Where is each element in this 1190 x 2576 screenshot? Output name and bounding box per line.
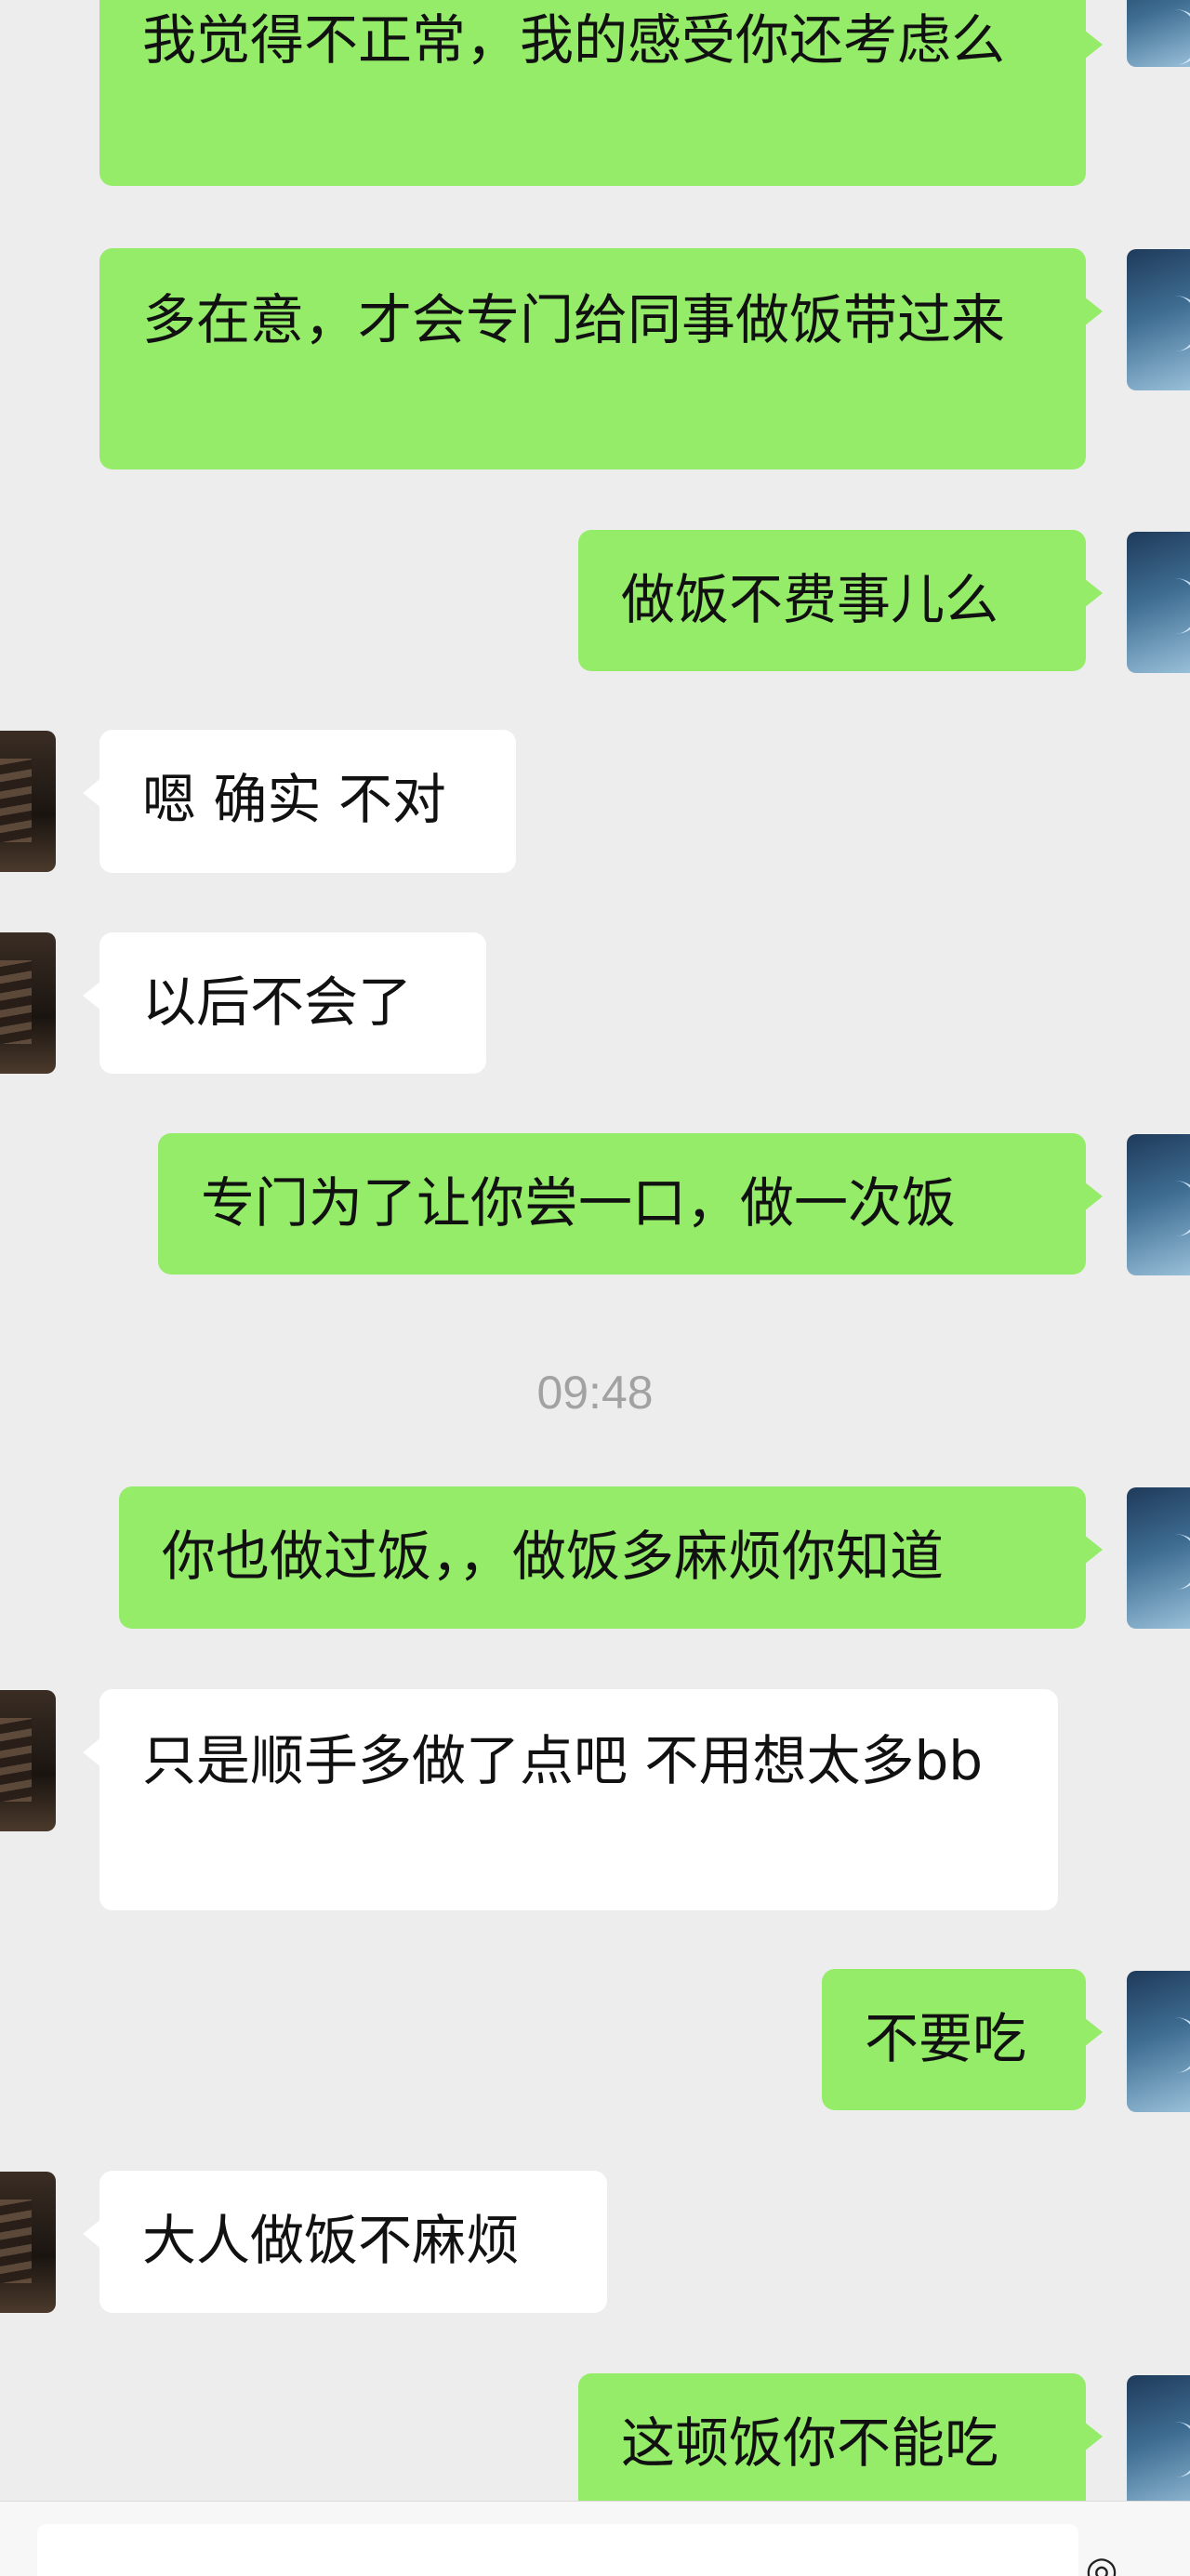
self-avatar[interactable] — [1127, 532, 1190, 673]
contact-avatar[interactable] — [0, 2172, 56, 2313]
self-avatar-icon — [1155, 296, 1190, 351]
message-bubble[interactable]: 只是顺手多做了点吧 不用想太多bb — [83, 1689, 1058, 1910]
message-timestamp: 09:48 — [536, 1367, 654, 1419]
message-bubble[interactable]: 嗯 确实 不对 — [83, 730, 516, 873]
message-bubble[interactable]: 你也做过饭，，做饭多麻烦你知道 — [119, 1486, 1103, 1629]
self-avatar-icon — [1155, 578, 1190, 634]
message-bubble[interactable]: 以后不会了 — [83, 932, 486, 1074]
chat-screen: 我觉得不正常，我的感受你还考虑么 多在意，才会专门给同事做饭带过来 做饭不费事儿… — [0, 0, 1190, 2576]
contact-avatar[interactable] — [0, 932, 56, 1074]
message-bubble[interactable]: 多在意，才会专门给同事做饭带过来 — [99, 248, 1103, 469]
message-bubble[interactable]: 做饭不费事儿么 — [578, 530, 1103, 671]
contact-avatar-icon — [0, 2200, 32, 2283]
self-avatar-icon — [1155, 2017, 1190, 2073]
message-bubble[interactable]: 不要吃 — [822, 1969, 1103, 2110]
contact-avatar[interactable] — [0, 1690, 56, 1831]
self-avatar[interactable] — [1127, 0, 1190, 67]
self-avatar[interactable] — [1127, 1971, 1190, 2112]
message-bubble[interactable]: 大人做饭不麻烦 — [83, 2171, 607, 2313]
self-avatar-icon — [1155, 9, 1190, 65]
contact-avatar[interactable] — [0, 731, 56, 872]
contact-avatar-icon — [0, 960, 32, 1044]
self-avatar[interactable] — [1127, 2375, 1190, 2517]
message-input[interactable] — [37, 2524, 1078, 2576]
message-bubble[interactable]: 专门为了让你尝一口，做一次饭 — [158, 1133, 1103, 1275]
input-bar — [0, 2501, 1190, 2576]
self-avatar-icon — [1155, 1534, 1190, 1590]
self-avatar-icon — [1155, 1181, 1190, 1236]
self-avatar[interactable] — [1127, 1134, 1190, 1275]
message-bubble[interactable]: 这顿饭你不能吃 — [578, 2373, 1103, 2513]
self-avatar-icon — [1155, 2422, 1190, 2477]
self-avatar[interactable] — [1127, 249, 1190, 390]
self-avatar[interactable] — [1127, 1487, 1190, 1629]
message-bubble[interactable]: 我觉得不正常，我的感受你还考虑么 — [99, 0, 1103, 186]
voice-icon[interactable]: ◎ — [1069, 2547, 1134, 2576]
contact-avatar-icon — [0, 1718, 32, 1802]
contact-avatar-icon — [0, 759, 32, 842]
